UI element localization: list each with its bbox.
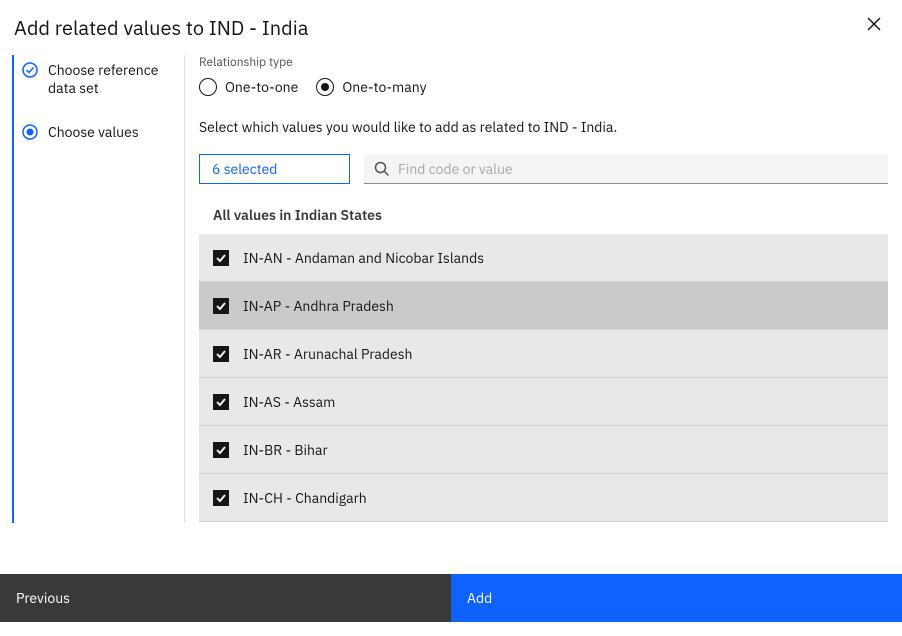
search-input[interactable] — [398, 160, 878, 178]
radio-icon — [199, 78, 217, 96]
close-icon — [867, 17, 881, 31]
list-item[interactable]: IN-AN - Andaman and Nicobar Islands — [199, 234, 888, 282]
list-item-label: IN-CH - Chandigarh — [243, 489, 367, 507]
step-label: Choose reference data set — [48, 61, 168, 97]
step-choose-values[interactable]: Choose values — [14, 117, 184, 147]
list-item-label: IN-AP - Andhra Pradesh — [243, 297, 394, 315]
step-sidebar: Choose reference data set Choose values — [12, 55, 184, 523]
list-item[interactable]: IN-CH - Chandigarh — [199, 474, 888, 522]
step-label: Choose values — [48, 123, 139, 141]
radio-one-to-many[interactable]: One-to-many — [316, 78, 426, 96]
relationship-type-label: Relationship type — [199, 55, 888, 70]
list-item-label: IN-BR - Bihar — [243, 441, 328, 459]
button-label: Previous — [16, 589, 70, 607]
check-circle-icon — [22, 62, 38, 78]
values-list: IN-AN - Andaman and Nicobar Islands IN-A… — [199, 234, 888, 522]
relationship-type-radio-group: One-to-one One-to-many — [199, 78, 888, 96]
checkbox-checked-icon[interactable] — [213, 490, 229, 506]
dialog-header: Add related values to IND - India — [0, 0, 902, 41]
dialog-footer: Previous Add — [0, 574, 902, 622]
radio-icon — [316, 78, 334, 96]
search-icon — [374, 161, 390, 177]
instruction-text: Select which values you would like to ad… — [199, 118, 888, 136]
list-item[interactable]: IN-AR - Arunachal Pradesh — [199, 330, 888, 378]
radio-one-to-one[interactable]: One-to-one — [199, 78, 298, 96]
list-item-label: IN-AR - Arunachal Pradesh — [243, 345, 412, 363]
checkbox-checked-icon[interactable] — [213, 250, 229, 266]
checkbox-checked-icon[interactable] — [213, 442, 229, 458]
dialog-title: Add related values to IND - India — [14, 14, 888, 41]
list-item[interactable]: IN-AP - Andhra Pradesh — [199, 282, 888, 330]
search-field[interactable] — [364, 154, 888, 184]
button-label: Add — [467, 589, 492, 607]
checkbox-checked-icon[interactable] — [213, 298, 229, 314]
checkbox-checked-icon[interactable] — [213, 346, 229, 362]
selected-count-label: 6 selected — [212, 160, 277, 178]
dialog-body: Choose reference data set Choose values … — [0, 41, 902, 523]
add-button[interactable]: Add — [451, 574, 902, 622]
list-item[interactable]: IN-AS - Assam — [199, 378, 888, 426]
radio-current-icon — [22, 124, 38, 140]
step-choose-reference-data-set[interactable]: Choose reference data set — [14, 55, 184, 103]
list-item[interactable]: IN-BR - Bihar — [199, 426, 888, 474]
checkbox-checked-icon[interactable] — [213, 394, 229, 410]
previous-button[interactable]: Previous — [0, 574, 451, 622]
radio-label: One-to-many — [342, 78, 426, 96]
radio-label: One-to-one — [225, 78, 298, 96]
list-item-label: IN-AN - Andaman and Nicobar Islands — [243, 249, 484, 267]
close-button[interactable] — [864, 14, 884, 34]
controls-row: 6 selected — [199, 154, 888, 184]
list-heading: All values in Indian States — [199, 194, 888, 234]
selected-count-pill[interactable]: 6 selected — [199, 154, 350, 184]
list-item-label: IN-AS - Assam — [243, 393, 335, 411]
main-panel: Relationship type One-to-one One-to-many… — [184, 55, 888, 523]
